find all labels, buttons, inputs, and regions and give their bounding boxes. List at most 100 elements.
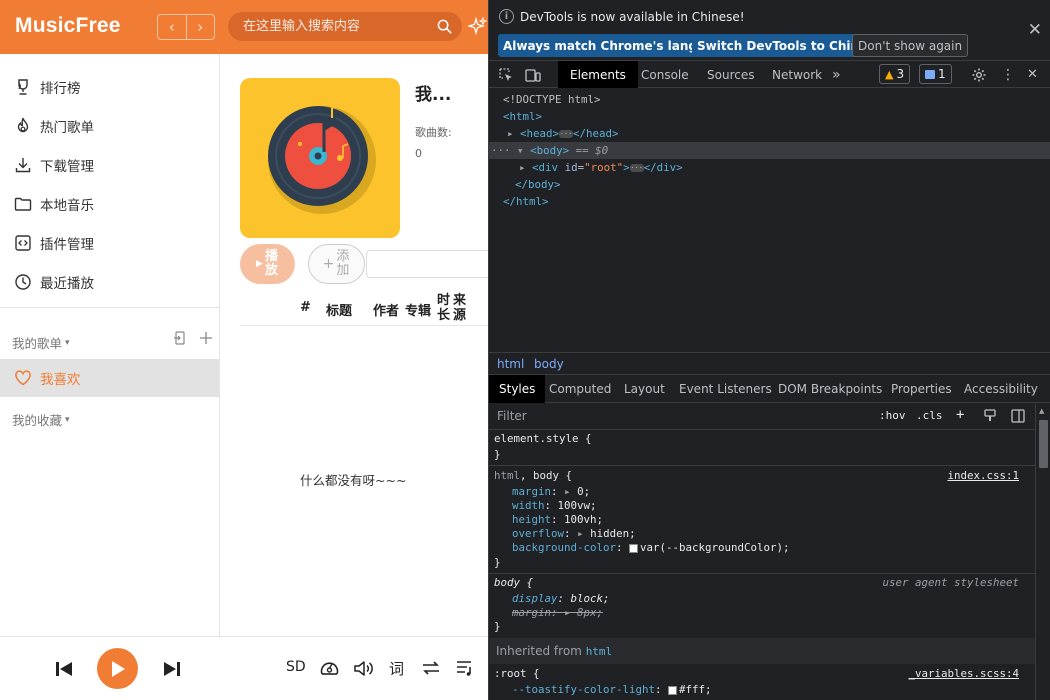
dom-div-root[interactable]: ▸ <div id="root">···</div> — [489, 159, 1050, 176]
rule-body-ua-selector[interactable]: body { — [494, 576, 533, 590]
close-icon[interactable]: ✕ — [1028, 20, 1042, 40]
crumb-html[interactable]: html — [497, 357, 524, 371]
next-icon[interactable] — [162, 659, 182, 679]
dom-html-open[interactable]: <html> — [489, 108, 1050, 125]
tab-elements[interactable]: Elements — [558, 61, 638, 88]
history-nav: ‹ › — [157, 14, 215, 40]
messages-badge[interactable]: 1 — [919, 64, 952, 84]
rule-root-selector[interactable]: :root { — [494, 667, 540, 681]
css-prop-margin-overridden[interactable]: margin: ▸ 8px; — [512, 606, 603, 620]
collapse-arrow-icon[interactable]: ▾ — [517, 144, 524, 157]
forward-arrow-icon[interactable]: › — [187, 15, 215, 39]
subtab-computed[interactable]: Computed — [549, 382, 611, 396]
crumb-body[interactable]: body — [534, 357, 564, 371]
back-arrow-icon[interactable]: ‹ — [158, 15, 187, 39]
inherited-tag-link[interactable]: html — [586, 645, 613, 658]
css-prop-background-color[interactable]: background-color: var(--backgroundColor)… — [512, 541, 790, 555]
close-devtools-icon[interactable]: ✕ — [1027, 61, 1038, 88]
subtab-styles[interactable]: Styles — [489, 375, 546, 403]
device-toolbar-icon[interactable] — [525, 67, 541, 83]
scrollbar-thumb[interactable] — [1039, 420, 1048, 468]
element-style-rule[interactable]: element.style { — [494, 432, 592, 446]
playlist-icon[interactable] — [454, 658, 476, 678]
sound-effect-icon[interactable] — [318, 657, 340, 679]
sidebar-item-downloads[interactable]: 下载管理 — [0, 145, 219, 184]
dom-tree: <!DOCTYPE html> <html> ▸ <head>···</head… — [489, 89, 1050, 351]
css-prop-margin[interactable]: margin: ▸ 0; — [512, 485, 590, 499]
volume-icon[interactable] — [352, 657, 374, 679]
sidebar-item-favorites[interactable]: 我喜欢 — [0, 359, 219, 397]
dom-body-selected[interactable]: ··· ▾ <body> == $0 — [489, 142, 1050, 159]
repeat-icon[interactable] — [420, 658, 442, 678]
lyric-button[interactable]: 词 — [389, 658, 404, 679]
previous-icon[interactable] — [54, 659, 74, 679]
sparkle-icon[interactable] — [468, 17, 488, 37]
subtab-accessibility[interactable]: Accessibility — [964, 382, 1038, 396]
expand-arrow-icon[interactable]: ▸ — [507, 127, 514, 140]
sidebar-toggle-icon[interactable] — [1011, 409, 1025, 423]
sidebar-item-local-music[interactable]: 本地音乐 — [0, 184, 219, 223]
sidebar: 排行榜 热门歌单 下载管理 本地音乐 插件管理 最近播放 我的歌单 ▾ 我喜欢 … — [0, 54, 220, 636]
styles-filter-input[interactable]: Filter — [497, 409, 527, 423]
subtab-event-listeners[interactable]: Event Listeners — [679, 382, 772, 396]
dom-doctype[interactable]: <!DOCTYPE html> — [489, 91, 1050, 108]
hov-toggle[interactable]: :hov — [879, 409, 906, 422]
add-button[interactable]: + 添加 — [308, 244, 365, 284]
settings-gear-icon[interactable] — [971, 67, 987, 83]
tab-console[interactable]: Console — [641, 61, 689, 88]
css-prop-overflow[interactable]: overflow: ▸ hidden; — [512, 527, 636, 541]
subtab-properties[interactable]: Properties — [891, 382, 952, 396]
sidebar-item-charts[interactable]: 排行榜 — [0, 67, 219, 106]
search-icon[interactable] — [437, 19, 452, 34]
more-tabs-icon[interactable]: » — [832, 61, 841, 88]
rule-source-link[interactable]: _variables.scss:4 — [908, 667, 1019, 680]
import-sheet-icon[interactable] — [172, 330, 188, 346]
expand-arrow-icon[interactable]: ▸ — [519, 161, 526, 174]
css-prop-display[interactable]: display: block; — [512, 592, 610, 606]
inherited-section-header: Inherited from html — [489, 638, 1035, 664]
rule-close-brace: } — [494, 448, 501, 461]
sidebar-item-plugins[interactable]: 插件管理 — [0, 223, 219, 262]
sheet-filter-input[interactable] — [366, 250, 488, 278]
col-source: 来源 — [453, 293, 467, 323]
subtab-layout[interactable]: Layout — [624, 382, 665, 396]
rule-source-link[interactable]: index.css:1 — [947, 469, 1019, 482]
sidebar-item-hot-sheets[interactable]: 热门歌单 — [0, 106, 219, 145]
download-icon — [15, 157, 31, 172]
play-icon: ▶ — [256, 259, 263, 269]
play-all-button[interactable]: ▶ 播放 — [240, 244, 295, 284]
more-options-icon[interactable]: ⋮ — [1001, 61, 1015, 88]
inspect-element-icon[interactable] — [498, 67, 514, 83]
subtab-dom-breakpoints[interactable]: DOM Breakpoints — [778, 382, 882, 396]
sidebar-item-recent[interactable]: 最近播放 — [0, 262, 219, 301]
my-sheets-label: 我的歌单 — [12, 336, 63, 351]
add-sheet-icon[interactable] — [198, 330, 214, 346]
play-pause-button[interactable] — [97, 648, 138, 689]
sidebar-item-label: 插件管理 — [40, 236, 94, 253]
tab-sources[interactable]: Sources — [707, 61, 754, 88]
css-prop-width[interactable]: width: 100vw; — [512, 499, 597, 513]
scroll-up-icon[interactable]: ▲ — [1039, 407, 1044, 415]
styles-scrollbar[interactable]: ▲ — [1035, 404, 1050, 700]
rule-html-body-selector[interactable]: html, body { — [494, 469, 572, 483]
css-prop-toastify-color-light[interactable]: --toastify-color-light: #fff; — [512, 683, 712, 697]
dont-show-again-button[interactable]: Don't show again — [852, 34, 969, 57]
my-sheets-toggle[interactable]: 我的歌单 ▾ — [12, 333, 70, 352]
my-collections-toggle[interactable]: 我的收藏 ▾ — [12, 410, 70, 429]
dom-head[interactable]: ▸ <head>···</head> — [489, 125, 1050, 142]
new-rule-icon[interactable]: + — [956, 407, 964, 423]
col-artist: 作者 — [373, 304, 400, 319]
tab-network[interactable]: Network — [772, 61, 822, 88]
css-prop-height[interactable]: height: 100vh; — [512, 513, 603, 527]
cls-toggle[interactable]: .cls — [916, 409, 943, 422]
folder-icon — [14, 197, 32, 211]
quality-button[interactable]: SD — [286, 659, 306, 675]
search-input[interactable] — [243, 12, 433, 41]
paint-icon[interactable] — [983, 409, 997, 423]
color-swatch[interactable] — [668, 685, 678, 695]
warnings-badge[interactable]: ▲ 3 — [879, 64, 911, 84]
heart-icon — [15, 370, 31, 386]
dom-body-close[interactable]: </body> — [489, 176, 1050, 193]
dom-html-close[interactable]: </html> — [489, 193, 1050, 210]
color-swatch[interactable] — [629, 543, 639, 553]
